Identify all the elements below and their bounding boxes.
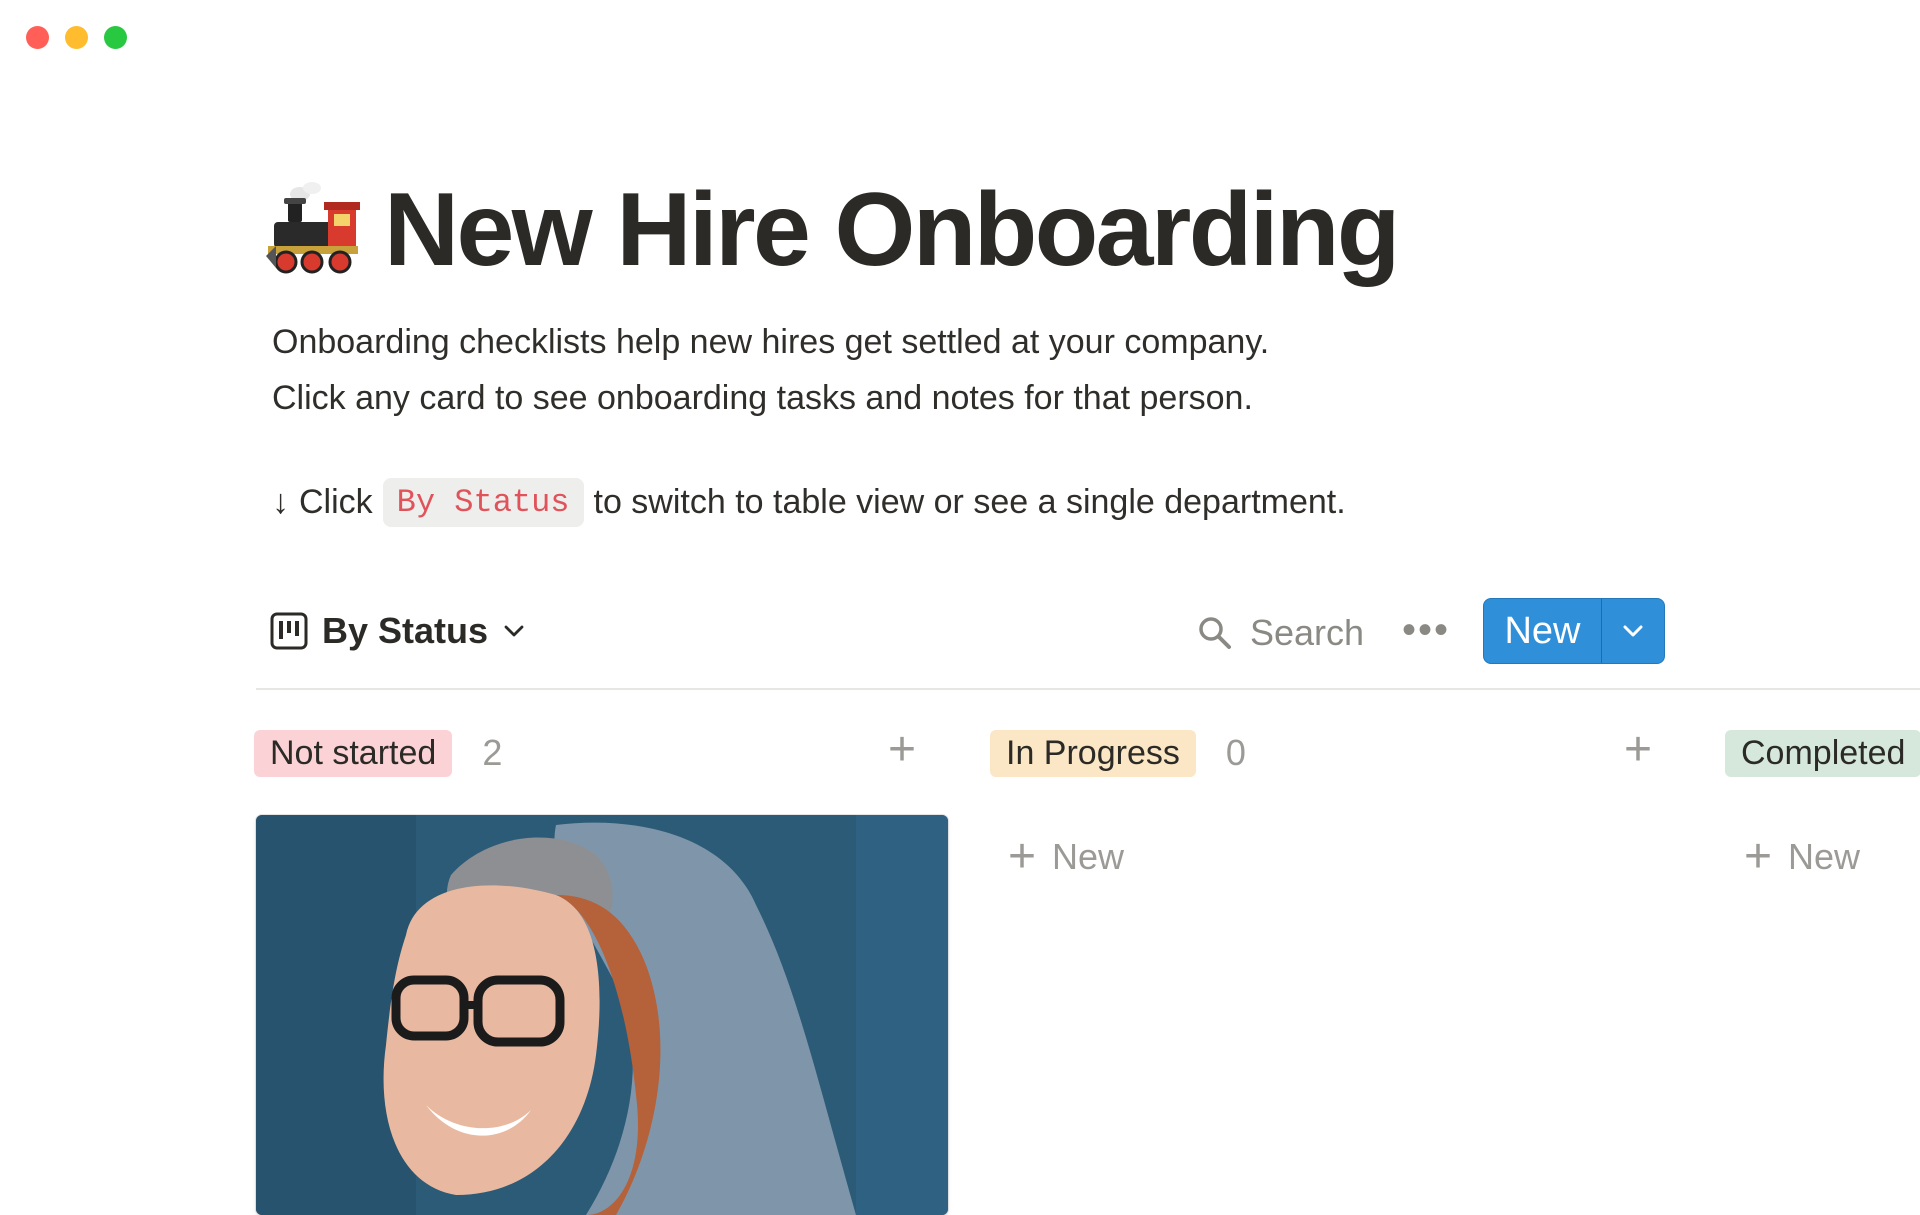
description-line: Onboarding checklists help new hires get… bbox=[272, 323, 1270, 361]
status-chip[interactable]: In Progress bbox=[990, 729, 1196, 777]
inline-code: By Status bbox=[382, 478, 584, 527]
column-header: Not started 2 + bbox=[254, 726, 924, 778]
board-column-completed: Completed bbox=[1725, 728, 1920, 778]
arrow-down-icon: ↓ bbox=[272, 483, 289, 521]
status-chip[interactable]: Not started bbox=[254, 729, 453, 777]
board-card[interactable] bbox=[256, 815, 948, 1215]
view-label: By Status bbox=[322, 610, 489, 651]
database-toolbar: By Status Search ••• New bbox=[256, 596, 1920, 690]
column-count: 2 bbox=[482, 732, 503, 773]
page: New Hire Onboarding Onboarding checklist… bbox=[0, 0, 1920, 1215]
more-options-button[interactable]: ••• bbox=[1402, 608, 1450, 653]
search-icon bbox=[1199, 617, 1231, 649]
description-line: Click any card to see onboarding tasks a… bbox=[272, 379, 1253, 417]
add-new-label: New bbox=[1788, 836, 1861, 877]
column-count: 0 bbox=[1225, 732, 1246, 773]
chevron-down-icon bbox=[1623, 625, 1643, 637]
add-new-label: New bbox=[1052, 836, 1125, 877]
window-controls bbox=[26, 26, 127, 49]
maximize-window-button[interactable] bbox=[104, 26, 127, 49]
board-view-icon bbox=[270, 612, 308, 650]
search-button[interactable]: Search bbox=[1198, 612, 1364, 654]
new-button-group: New bbox=[1483, 598, 1665, 664]
board-column-in-progress: In Progress 0 + bbox=[990, 726, 1660, 778]
add-card-icon[interactable]: + bbox=[1624, 726, 1652, 774]
page-header: New Hire Onboarding bbox=[262, 178, 1400, 282]
column-header: In Progress 0 + bbox=[990, 726, 1660, 778]
toolbar-divider bbox=[256, 688, 1920, 690]
board-column-not-started: Not started 2 + bbox=[254, 726, 924, 778]
add-new-card-button[interactable]: + New bbox=[1744, 833, 1860, 881]
plus-icon: + bbox=[1008, 830, 1037, 883]
column-header: Completed bbox=[1725, 728, 1920, 778]
status-chip[interactable]: Completed bbox=[1725, 729, 1920, 777]
new-button[interactable]: New bbox=[1484, 599, 1601, 663]
view-switcher[interactable]: By Status bbox=[270, 610, 526, 652]
add-card-icon[interactable]: + bbox=[888, 726, 916, 774]
plus-icon: + bbox=[1744, 830, 1773, 883]
steam-locomotive-icon[interactable] bbox=[262, 180, 362, 280]
chevron-down-icon bbox=[504, 625, 524, 637]
hint-callout: ↓ Click By Status to switch to table vie… bbox=[272, 478, 1346, 527]
new-options-button[interactable] bbox=[1601, 599, 1664, 663]
add-new-card-button[interactable]: + New bbox=[1008, 833, 1124, 881]
hint-text-before: Click bbox=[299, 483, 373, 521]
minimize-window-button[interactable] bbox=[65, 26, 88, 49]
page-description: Onboarding checklists help new hires get… bbox=[272, 314, 1269, 426]
page-title[interactable]: New Hire Onboarding bbox=[384, 178, 1400, 282]
hint-text-after: to switch to table view or see a single … bbox=[593, 483, 1346, 521]
close-window-button[interactable] bbox=[26, 26, 49, 49]
card-cover-image bbox=[256, 815, 948, 1215]
search-label: Search bbox=[1250, 612, 1365, 653]
